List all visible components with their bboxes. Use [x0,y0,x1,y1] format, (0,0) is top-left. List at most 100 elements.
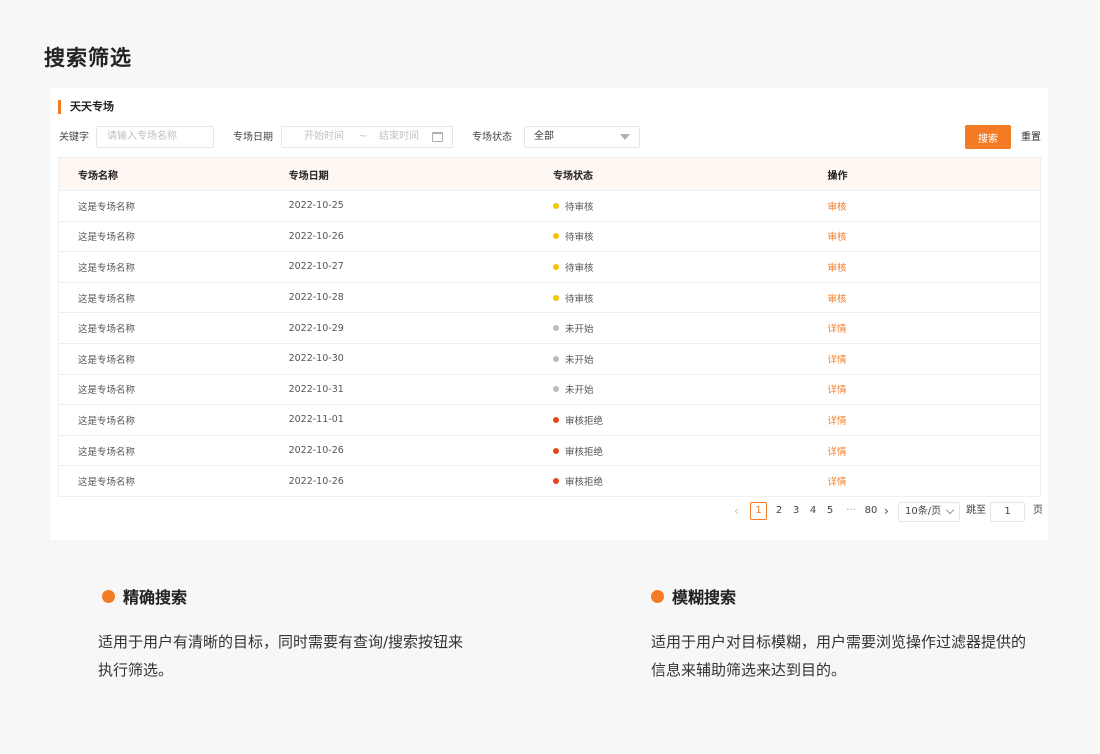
table-row: 这是专场名称 2022-10-26 审核拒绝 详情 [59,434,1040,466]
column-header-name: 专场名称 [78,170,118,182]
card-title: 天天专场 [58,100,114,114]
jump-label: 跳至 [966,505,986,516]
cell-action: 审核 [807,291,1040,305]
table-row: 这是专场名称 2022-10-31 未开始 详情 [59,373,1040,405]
feature-title: 精确搜索 [123,588,188,607]
cell-date: 2022-10-29 [288,322,344,334]
cell-status: 审核拒绝 [533,474,807,488]
status-select[interactable]: 全部 [524,126,640,148]
cell-name: 这是专场名称 [78,293,136,305]
action-link[interactable]: 详情 [827,355,846,366]
table-row: 这是专场名称 2022-10-27 待审核 审核 [59,251,1040,282]
cell-date: 2022-10-28 [288,292,344,304]
status-dot-icon [553,447,560,454]
date-start-placeholder: 开始时间 [304,131,344,142]
status-text: 未开始 [565,385,594,397]
action-link[interactable]: 审核 [827,232,846,243]
action-link[interactable]: 审核 [827,263,846,274]
table-row: 这是专场名称 2022-10-26 待审核 审核 [59,220,1040,252]
cell-status: 审核拒绝 [533,413,807,427]
calendar-icon [432,132,443,142]
status-dot-icon [553,416,560,423]
cell-action: 详情 [807,321,1040,335]
cell-name: 这是专场名称 [78,201,136,213]
cell-action: 审核 [807,229,1040,243]
action-link[interactable]: 审核 [827,294,846,305]
keyword-label: 关键字 [59,132,89,143]
table-card: 天天专场 关键字 请输入专场名称 专场日期 开始时间 ~ 结束时间 专场状态 全… [50,88,1048,540]
keyword-placeholder: 请输入专场名称 [107,131,177,142]
action-link[interactable]: 详情 [827,324,846,335]
page-title: 搜索筛选 [44,46,132,70]
feature-title: 模糊搜索 [672,588,737,607]
status-dot-icon [553,263,560,270]
next-page-icon[interactable]: › [884,502,889,520]
cell-action: 详情 [807,382,1040,396]
cell-name: 这是专场名称 [78,415,136,427]
cell-status: 未开始 [533,352,807,366]
search-button[interactable]: 搜索 [965,125,1011,149]
cell-name: 这是专场名称 [78,232,136,244]
bullet-dot-icon [102,589,115,603]
table-row: 这是专场名称 2022-10-25 待审核 审核 [59,190,1040,221]
status-text: 未开始 [565,354,594,366]
status-text: 待审核 [565,201,594,213]
status-label: 专场状态 [472,132,512,143]
page-link[interactable]: 5 [825,502,835,520]
cell-status: 审核拒绝 [533,444,807,458]
cell-action: 详情 [807,444,1040,458]
bullet-dot-icon [651,589,664,603]
page-ellipsis[interactable]: ··· [843,502,859,520]
cell-status: 未开始 [533,321,807,335]
cell-action: 详情 [807,474,1040,488]
cell-status: 未开始 [533,382,807,396]
status-text: 待审核 [565,262,594,274]
action-link[interactable]: 审核 [827,202,846,213]
action-link[interactable]: 详情 [827,447,846,458]
jump-page-input[interactable]: 1 [990,502,1025,522]
reset-button[interactable]: 重置 [1021,126,1041,150]
action-link[interactable]: 详情 [827,477,846,488]
column-header-status: 专场状态 [553,170,594,182]
cell-name: 这是专场名称 [78,262,136,274]
column-header-date: 专场日期 [288,170,329,182]
cell-action: 详情 [807,352,1040,366]
table-row: 这是专场名称 2022-10-29 未开始 详情 [59,312,1040,343]
date-range-picker[interactable]: 开始时间 ~ 结束时间 [281,126,453,148]
action-link[interactable]: 详情 [827,416,846,427]
status-dot-icon [553,478,560,485]
chevron-down-icon [945,505,955,515]
filter-bar: 关键字 请输入专场名称 专场日期 开始时间 ~ 结束时间 专场状态 全部 搜索 … [59,125,1043,150]
column-header-action: 操作 [827,170,848,182]
cell-date: 2022-10-27 [288,261,344,273]
keyword-input[interactable]: 请输入专场名称 [96,126,214,148]
cell-action: 审核 [807,260,1040,274]
page-link[interactable]: 3 [791,502,801,520]
table-body: 这是专场名称 2022-10-25 待审核 审核 这是专场名称 2022-10-26 待审核… [59,190,1040,496]
cell-name: 这是专场名称 [78,324,136,336]
cell-action: 审核 [807,199,1040,213]
status-text: 审核拒绝 [565,415,604,427]
cell-date: 2022-10-30 [288,353,344,365]
page-last[interactable]: 80 [864,502,878,520]
cell-status: 待审核 [533,260,807,274]
action-link[interactable]: 详情 [827,385,846,396]
table-header: 专场名称 专场日期 专场状态 操作 [59,158,1040,190]
feature-description: 适用于用户对目标模糊，用户需要浏览操作过滤器提供的信息来辅助筛选来达到目的。 [651,633,1027,679]
status-text: 审核拒绝 [565,446,604,458]
cell-date: 2022-10-31 [288,383,344,395]
page-current[interactable]: 1 [750,502,767,520]
cell-date: 2022-10-26 [288,475,344,487]
cell-status: 待审核 [533,199,807,213]
table-row: 这是专场名称 2022-10-30 未开始 详情 [59,342,1040,374]
status-text: 审核拒绝 [565,477,604,489]
cell-status: 待审核 [533,229,807,243]
date-label: 专场日期 [233,132,273,143]
cell-action: 详情 [807,413,1040,427]
prev-page-icon[interactable]: ‹ [734,502,739,520]
cell-date: 2022-10-26 [288,230,344,242]
cell-date: 2022-11-01 [288,414,344,426]
page-size-select[interactable]: 10条/页 [898,502,960,522]
page-link[interactable]: 2 [774,502,784,520]
page-link[interactable]: 4 [808,502,818,520]
